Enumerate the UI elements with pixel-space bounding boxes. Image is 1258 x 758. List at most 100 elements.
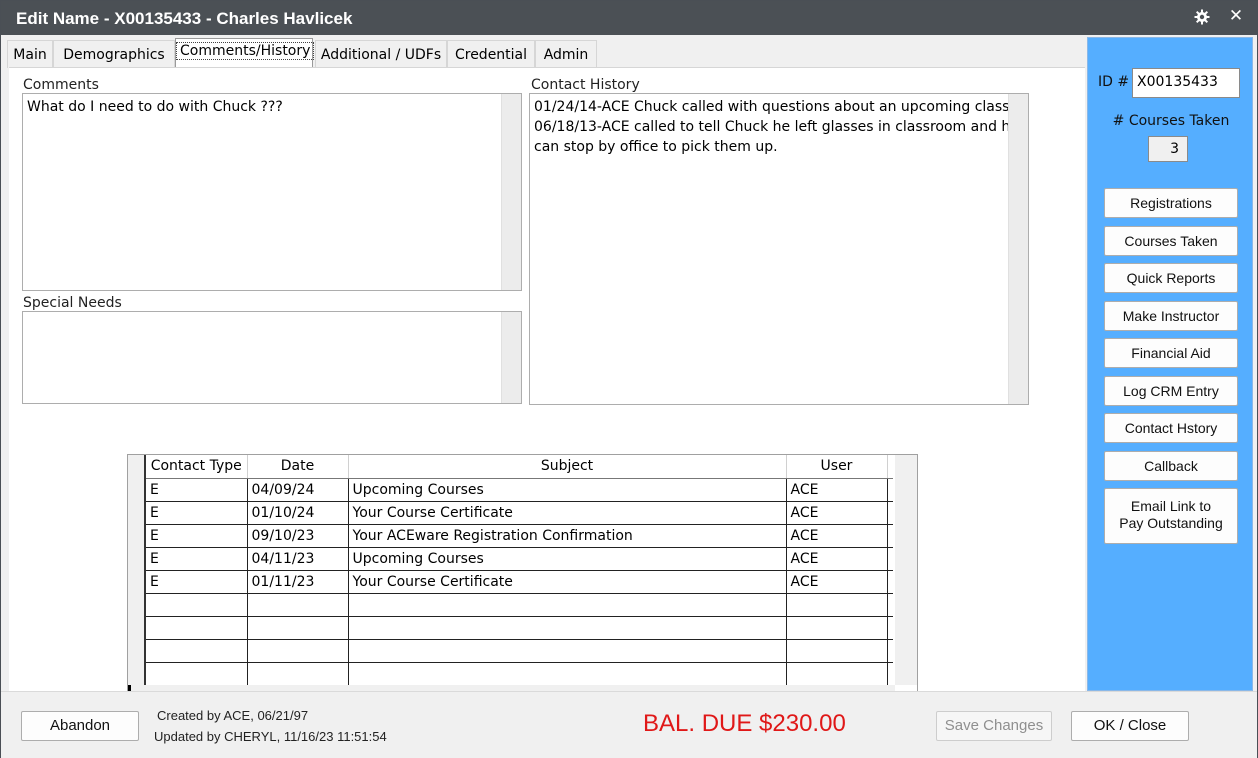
cell-contact-type[interactable]: E <box>146 547 248 571</box>
tab-credential[interactable]: Credential <box>447 40 535 68</box>
table-row[interactable] <box>146 593 893 617</box>
cell-user[interactable]: ACE <box>786 501 888 525</box>
cell-contact-type[interactable]: E <box>146 501 248 525</box>
table-row[interactable]: E 09/10/23 Your ACEware Registration Confi… <box>146 524 893 548</box>
cell-contact-type[interactable] <box>146 593 248 617</box>
cell-spacer <box>887 478 893 502</box>
cell-spacer <box>887 524 893 548</box>
cell-contact-type[interactable] <box>146 639 248 663</box>
cell-contact-type[interactable] <box>146 616 248 640</box>
comments-scrollbar[interactable] <box>501 94 521 290</box>
cell-user[interactable] <box>786 662 888 686</box>
grid-vertical-scrollbar[interactable] <box>895 455 917 685</box>
courses-taken-button[interactable]: Courses Taken <box>1104 226 1238 256</box>
table-body: E 04/09/24 Upcoming Courses ACE E 01/10/24 You… <box>146 478 893 686</box>
cell-subject[interactable]: Upcoming Courses <box>348 478 787 502</box>
cell-subject[interactable] <box>348 616 787 640</box>
cell-spacer <box>887 501 893 525</box>
cell-subject[interactable]: Your ACEware Registration Confirmation <box>348 524 787 548</box>
email-link-button[interactable]: Email Link to Pay Outstanding <box>1104 488 1238 544</box>
cell-date[interactable] <box>247 639 349 663</box>
cell-user[interactable]: ACE <box>786 524 888 548</box>
callback-button[interactable]: Callback <box>1104 451 1238 481</box>
window-title: Edit Name - X00135433 - Charles Havlicek <box>16 9 353 28</box>
cell-spacer <box>887 616 893 640</box>
side-panel: ID # X00135433 # Courses Taken 3 Registr… <box>1087 37 1253 691</box>
column-header-subject[interactable]: Subject <box>348 455 787 479</box>
contact-history-button[interactable]: Contact Hstory <box>1104 413 1238 443</box>
tab-label: Demographics <box>63 47 165 63</box>
cell-date[interactable]: 01/11/23 <box>247 570 349 594</box>
tab-admin[interactable]: Admin <box>535 40 597 68</box>
tab-additional-udfs[interactable]: Additional / UDFs <box>315 40 447 68</box>
cell-date[interactable] <box>247 662 349 686</box>
courses-taken-count: 3 <box>1148 136 1188 162</box>
table-row[interactable] <box>146 662 893 686</box>
cell-date[interactable]: 09/10/23 <box>247 524 349 548</box>
column-header-contact-type[interactable]: Contact Type <box>146 455 248 479</box>
cell-date[interactable]: 04/09/24 <box>247 478 349 502</box>
cell-subject[interactable]: Your Course Certificate <box>348 570 787 594</box>
cell-contact-type[interactable] <box>146 662 248 686</box>
table-row[interactable] <box>146 616 893 640</box>
row-selector-column <box>128 455 146 685</box>
quick-reports-button[interactable]: Quick Reports <box>1104 263 1238 293</box>
financial-aid-button[interactable]: Financial Aid <box>1104 338 1238 368</box>
contact-history-scrollbar[interactable] <box>1008 94 1028 404</box>
tab-comments-history[interactable]: Comments/History <box>175 38 315 68</box>
cell-spacer <box>887 639 893 663</box>
updated-by-text: Updated by CHERYL, 11/16/23 11:51:54 <box>154 729 387 744</box>
cell-contact-type[interactable]: E <box>146 524 248 548</box>
table-row[interactable] <box>146 639 893 663</box>
cell-subject[interactable] <box>348 593 787 617</box>
cell-subject[interactable] <box>348 662 787 686</box>
column-header-user[interactable]: User <box>786 455 888 479</box>
cell-date[interactable] <box>247 593 349 617</box>
tab-demographics[interactable]: Demographics <box>53 40 175 68</box>
table-row[interactable]: E 04/09/24 Upcoming Courses ACE <box>146 478 893 502</box>
edit-name-window: Edit Name - X00135433 - Charles Havlicek… <box>0 0 1258 758</box>
table-row[interactable]: E 04/11/23 Upcoming Courses ACE <box>146 547 893 571</box>
cell-subject[interactable]: Your Course Certificate <box>348 501 787 525</box>
ok-close-button[interactable]: OK / Close <box>1071 711 1189 741</box>
close-icon[interactable]: ✕ <box>1225 5 1247 27</box>
comments-label: Comments <box>23 77 99 93</box>
created-by-text: Created by ACE, 06/21/97 <box>157 708 309 723</box>
cell-spacer <box>887 662 893 686</box>
contact-history-line: can stop by office to pick them up. <box>534 139 778 155</box>
cell-user[interactable]: ACE <box>786 478 888 502</box>
column-header-date[interactable]: Date <box>247 455 349 479</box>
cell-user[interactable]: ACE <box>786 570 888 594</box>
registrations-button[interactable]: Registrations <box>1104 188 1238 218</box>
contact-history-textarea[interactable]: 01/24/14-ACE Chuck called with questions… <box>529 93 1029 405</box>
special-needs-textarea[interactable] <box>22 311 522 404</box>
contact-history-line: 01/24/14-ACE Chuck called with questions… <box>534 99 1010 115</box>
contacts-table: Contact Type Date Subject User E 04/09/24… <box>146 455 893 686</box>
save-changes-button[interactable]: Save Changes <box>936 711 1052 741</box>
special-needs-scrollbar[interactable] <box>501 312 521 403</box>
cell-contact-type[interactable]: E <box>146 570 248 594</box>
tab-label: Additional / UDFs <box>320 47 442 63</box>
cell-user[interactable] <box>786 593 888 617</box>
table-row[interactable]: E 01/10/24 Your Course Certificate ACE <box>146 501 893 525</box>
cell-user[interactable] <box>786 616 888 640</box>
cell-subject[interactable] <box>348 639 787 663</box>
cell-user[interactable]: ACE <box>786 547 888 571</box>
log-crm-entry-button[interactable]: Log CRM Entry <box>1104 376 1238 406</box>
cell-date[interactable]: 04/11/23 <box>247 547 349 571</box>
cell-subject[interactable]: Upcoming Courses <box>348 547 787 571</box>
abandon-button[interactable]: Abandon <box>21 711 139 741</box>
courses-taken-label: # Courses Taken <box>1112 113 1230 129</box>
cell-date[interactable] <box>247 616 349 640</box>
make-instructor-button[interactable]: Make Instructor <box>1104 301 1238 331</box>
gear-icon[interactable] <box>1193 8 1211 26</box>
title-bar: Edit Name - X00135433 - Charles Havlicek… <box>1 1 1257 35</box>
table-row[interactable]: E 01/11/23 Your Course Certificate ACE <box>146 570 893 594</box>
email-link-label-line1: Email Link to <box>1130 498 1212 514</box>
cell-date[interactable]: 01/10/24 <box>247 501 349 525</box>
cell-contact-type[interactable]: E <box>146 478 248 502</box>
id-field[interactable]: X00135433 <box>1132 68 1240 98</box>
cell-user[interactable] <box>786 639 888 663</box>
tab-main[interactable]: Main <box>7 40 53 68</box>
comments-textarea[interactable]: What do I need to do with Chuck ??? <box>22 93 522 291</box>
